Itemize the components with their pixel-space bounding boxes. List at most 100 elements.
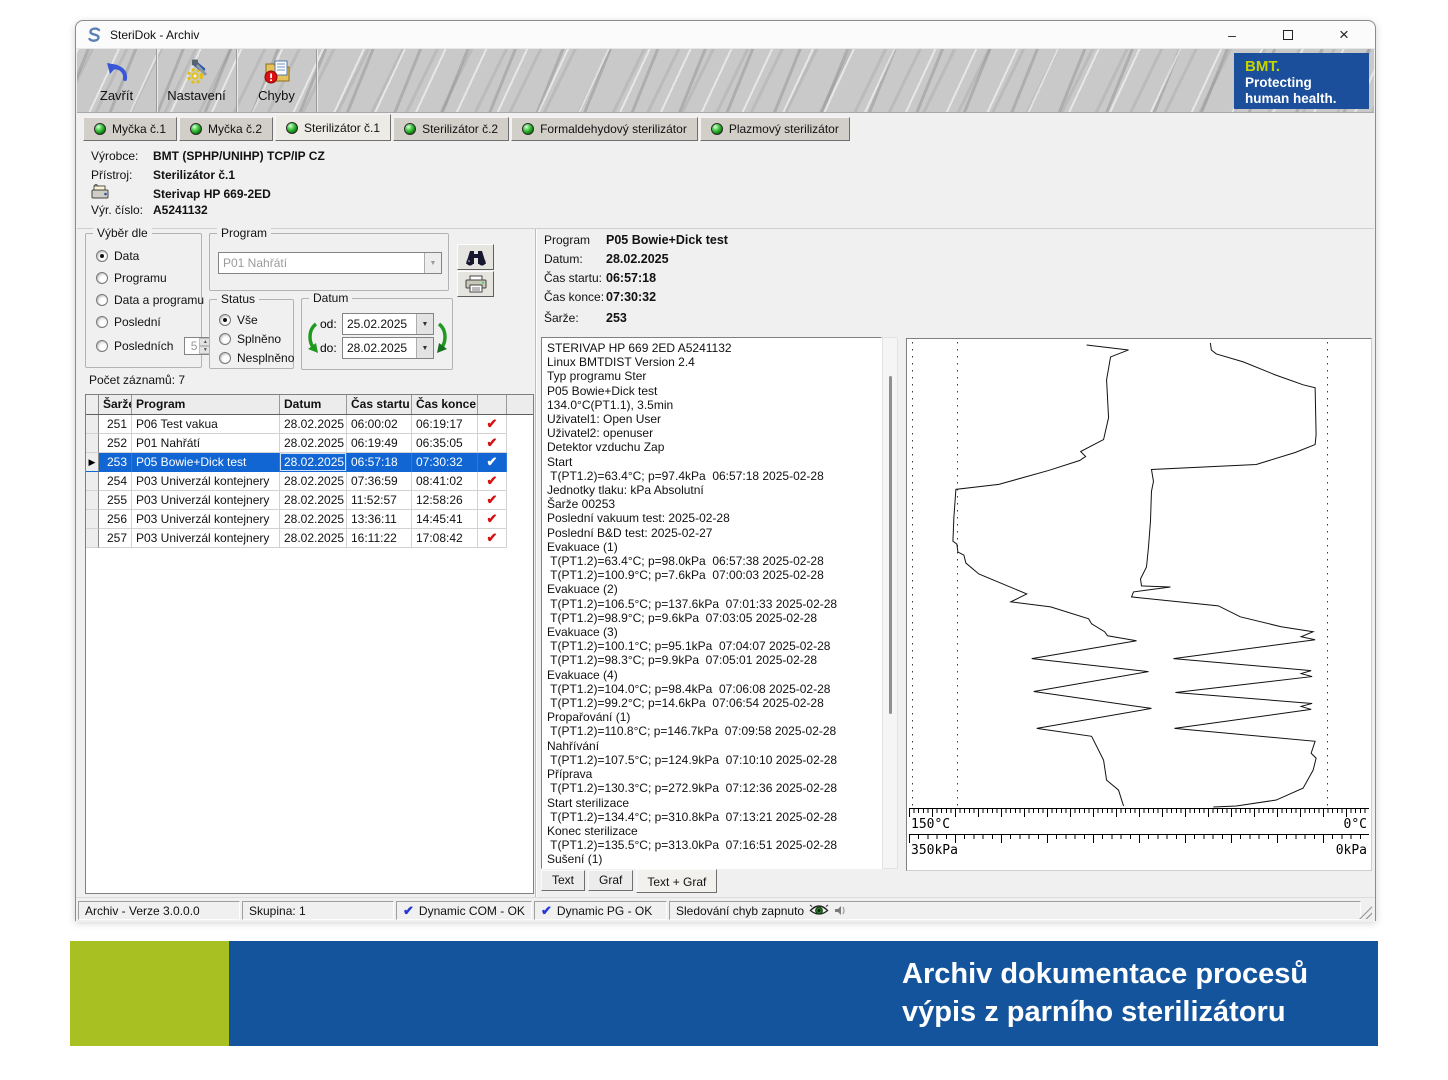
errors-button[interactable]: Chyby xyxy=(237,49,317,112)
status-pg: ✔ Dynamic PG - OK xyxy=(534,901,667,920)
table-row[interactable]: 257 P03 Univerzál kontejnery 28.02.2025 … xyxy=(86,529,533,548)
process-log-panel[interactable]: STERIVAP HP 669 2ED A5241132Linux BMTDIS… xyxy=(541,337,882,869)
table-row[interactable]: 256 P03 Univerzál kontejnery 28.02.2025 … xyxy=(86,510,533,529)
radio-posledni[interactable]: Poslední xyxy=(96,315,161,329)
chevron-down-icon[interactable]: ▼ xyxy=(416,338,433,358)
row-selector[interactable] xyxy=(86,415,99,434)
view-tab-bar: Text Graf Text + Graf xyxy=(541,870,720,893)
log-line: T(PT1.2)=98.9°C; p=9.6kPa 07:03:05 2025-… xyxy=(547,611,879,625)
scrollbar-thumb[interactable] xyxy=(889,376,892,714)
temp-scale-left: 150°C xyxy=(911,817,950,834)
table-row[interactable]: 251 P06 Test vakua 28.02.2025 06:00:02 0… xyxy=(86,415,533,434)
log-line: Sušení (1) xyxy=(547,852,879,866)
radio-icon xyxy=(219,333,231,345)
settings-button[interactable]: Nastavení xyxy=(157,49,237,112)
device-tab[interactable]: Formaldehydový sterilizátor xyxy=(511,117,698,141)
press-scale-left: 350kPa xyxy=(911,843,958,860)
close-app-button[interactable]: Zavřít xyxy=(77,49,157,112)
status-check-icon: ✔ xyxy=(478,491,507,510)
close-button[interactable]: × xyxy=(1331,25,1357,45)
row-selector[interactable]: ▶ xyxy=(86,453,99,472)
table-row[interactable]: ▶ 253 P05 Bowie+Dick test 28.02.2025 06:… xyxy=(86,453,533,472)
program-combobox[interactable]: P01 Nahřátí ▼ xyxy=(218,252,442,274)
radio-data[interactable]: Data xyxy=(96,249,139,263)
brand-line: BMT. xyxy=(1245,59,1369,75)
log-scrollbar[interactable] xyxy=(882,337,898,869)
binoculars-icon xyxy=(464,248,488,266)
cell-batch: 256 xyxy=(99,510,132,529)
chevron-down-icon[interactable]: ▼ xyxy=(416,314,433,334)
toolbar-button-label: Nastavení xyxy=(167,88,226,103)
device-tab[interactable]: Sterilizátor č.1 xyxy=(275,114,391,141)
radio-icon xyxy=(96,316,108,328)
radio-icon xyxy=(219,352,231,364)
date-from-combobox[interactable]: 25.02.2025 ▼ xyxy=(342,313,434,335)
chevron-down-icon[interactable]: ▼ xyxy=(424,253,441,273)
cell-end: 12:58:26 xyxy=(412,491,478,510)
radio-programu[interactable]: Programu xyxy=(96,271,167,285)
radio-vse[interactable]: Vše xyxy=(219,313,258,327)
device-status-orb-icon xyxy=(522,123,534,135)
header-selector xyxy=(86,395,99,414)
device-value: Sterilizátor č.1 xyxy=(153,168,235,182)
records-grid: Šarže Program Datum Čas startu Čas konce… xyxy=(85,394,534,894)
rotate-right-arrow-icon[interactable] xyxy=(437,321,450,353)
rotate-left-arrow-icon[interactable] xyxy=(305,321,318,353)
device-tab[interactable]: Myčka č.2 xyxy=(179,117,273,141)
row-selector[interactable] xyxy=(86,434,99,453)
log-line: Uživatel2: openuser xyxy=(547,426,879,440)
device-tab-label: Formaldehydový sterilizátor xyxy=(540,122,687,136)
graph-plot xyxy=(909,340,1369,808)
panel-splitter[interactable] xyxy=(535,229,537,897)
status-check-icon: ✔ xyxy=(478,453,507,472)
device-tab[interactable]: Myčka č.1 xyxy=(83,117,177,141)
tab-text-graf[interactable]: Text + Graf xyxy=(636,869,717,893)
graph-curves xyxy=(909,340,1369,808)
detail-batch-label: Šarže: xyxy=(544,311,606,325)
print-button[interactable] xyxy=(457,271,494,297)
device-tab-label: Myčka č.2 xyxy=(208,122,262,136)
table-row[interactable]: 255 P03 Univerzál kontejnery 28.02.2025 … xyxy=(86,491,533,510)
row-selector[interactable] xyxy=(86,472,99,491)
header-start[interactable]: Čas startu xyxy=(347,395,412,414)
radio-nesplneno[interactable]: Nesplněno xyxy=(219,351,294,365)
header-end[interactable]: Čas konce xyxy=(412,395,478,414)
cell-program: P05 Bowie+Dick test xyxy=(132,453,280,472)
search-button[interactable] xyxy=(457,244,494,270)
header-program[interactable]: Program xyxy=(132,395,280,414)
table-row[interactable]: 252 P01 Nahřátí 28.02.2025 06:19:49 06:3… xyxy=(86,434,533,453)
log-line: T(PT1.2)=106.5°C; p=137.6kPa 07:01:33 20… xyxy=(547,597,879,611)
row-selector[interactable] xyxy=(86,529,99,548)
banner: Archiv dokumentace procesů výpis z parní… xyxy=(229,941,1378,1046)
status-check-icon: ✔ xyxy=(478,415,507,434)
maximize-button[interactable] xyxy=(1275,27,1301,43)
header-batch[interactable]: Šarže xyxy=(99,395,132,414)
tab-text[interactable]: Text xyxy=(541,870,585,891)
row-selector[interactable] xyxy=(86,510,99,529)
log-line: STERIVAP HP 669 2ED A5241132 xyxy=(547,341,879,355)
row-selector[interactable] xyxy=(86,491,99,510)
table-row[interactable]: 254 P03 Univerzál kontejnery 28.02.2025 … xyxy=(86,472,533,491)
tab-graf[interactable]: Graf xyxy=(588,870,633,891)
minimize-button[interactable]: – xyxy=(1219,27,1245,43)
log-line: Jednotky tlaku: kPa Absolutní xyxy=(547,483,879,497)
date-to-combobox[interactable]: 28.02.2025 ▼ xyxy=(342,337,434,359)
detail-start-label: Čas startu: xyxy=(544,271,606,285)
device-tab[interactable]: Plazmový sterilizátor xyxy=(700,117,850,141)
printer-icon xyxy=(464,275,488,293)
log-line: T(PT1.2)=130.3°C; p=272.9kPa 07:12:36 20… xyxy=(547,781,879,795)
device-tab[interactable]: Sterilizátor č.2 xyxy=(393,117,509,141)
log-line: Šarže 00253 xyxy=(547,497,879,511)
brand-line: human health. xyxy=(1245,91,1369,107)
cell-end: 06:19:17 xyxy=(412,415,478,434)
log-line: Propařování (1) xyxy=(547,710,879,724)
pressure-ruler xyxy=(909,834,1369,843)
header-date[interactable]: Datum xyxy=(280,395,347,414)
log-line: T(PT1.2)=110.8°C; p=146.7kPa 07:09:58 20… xyxy=(547,724,879,738)
radio-poslednich[interactable]: Posledních 5 ▲ ▼ xyxy=(96,337,212,355)
radio-splneno[interactable]: Splněno xyxy=(219,332,281,346)
device-icon xyxy=(91,184,111,201)
status-check-icon: ✔ xyxy=(478,434,507,453)
radio-data-a-programu[interactable]: Data a programu xyxy=(96,293,204,307)
status-group-seg: Skupina: 1 xyxy=(242,901,394,920)
